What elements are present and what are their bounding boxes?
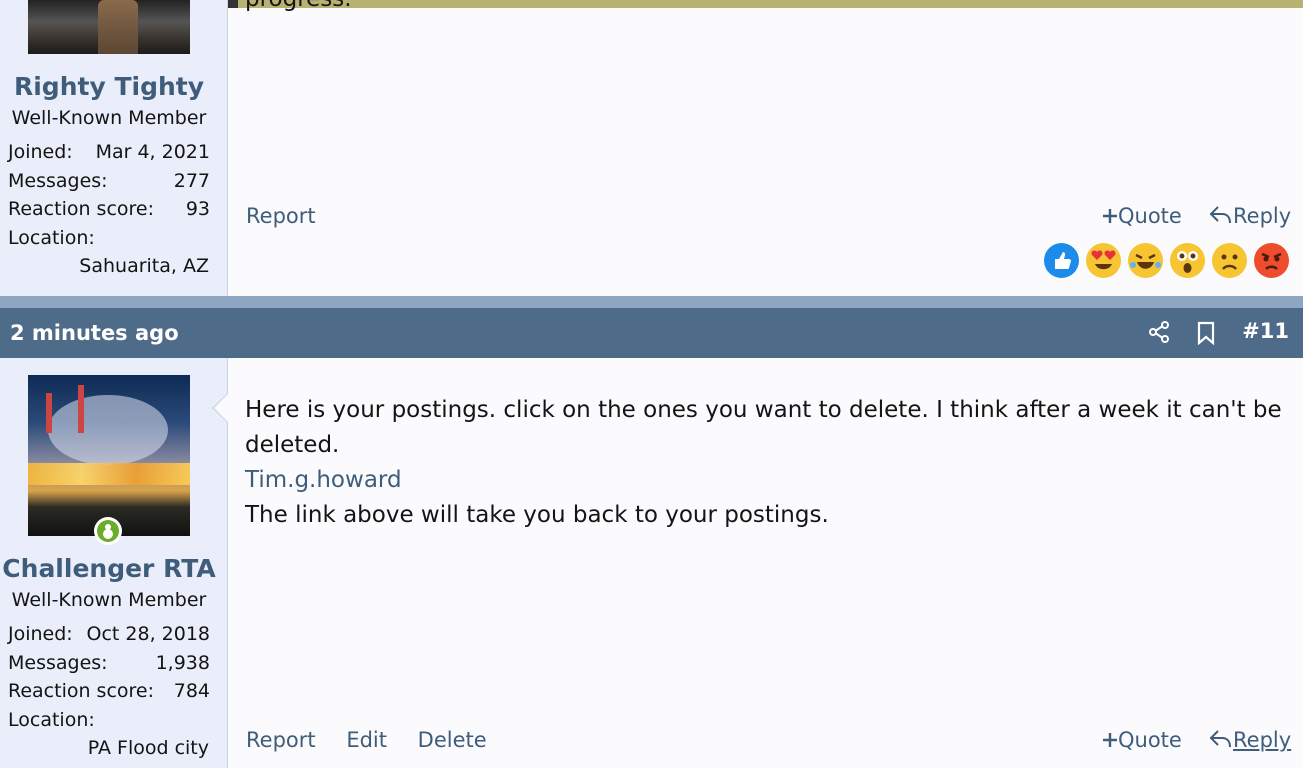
reaction-score-label: Reaction score: <box>8 680 155 702</box>
post1-reply-button[interactable]: Reply <box>1209 204 1291 230</box>
post1-avatar[interactable] <box>28 0 190 54</box>
plus-icon <box>1102 729 1118 753</box>
messages-label: Messages: <box>8 170 108 192</box>
post2-avatar[interactable] <box>28 375 190 536</box>
post1-body-fragment: progress. <box>245 0 352 17</box>
post2-edit-link[interactable]: Edit <box>346 728 387 752</box>
post1-quote-button[interactable]: Quote <box>1102 204 1182 229</box>
post2-body-line1: Here is your postings. click on the ones… <box>245 397 1282 423</box>
post2-body-line3: The link above will take you back to you… <box>245 502 829 528</box>
post2-body: Here is your postings. click on the ones… <box>245 393 1282 533</box>
reply-icon <box>1209 205 1233 230</box>
post2-user-title: Well-Known Member <box>11 589 207 611</box>
post2-quote-button[interactable]: Quote <box>1102 728 1182 753</box>
post-separator <box>0 296 1303 308</box>
location-label: Location: <box>8 709 95 731</box>
joined-value: Mar 4, 2021 <box>95 141 210 163</box>
post2-header: 2 minutes ago #11 <box>0 308 1303 358</box>
location-label: Location: <box>8 227 95 249</box>
angry-icon[interactable] <box>1254 243 1289 278</box>
online-status-icon <box>94 517 122 545</box>
sad-icon[interactable] <box>1212 243 1247 278</box>
reaction-score-value: 784 <box>173 680 210 702</box>
post2-reply-button[interactable]: Reply <box>1209 728 1291 754</box>
message-pointer <box>212 393 228 423</box>
love-icon[interactable] <box>1086 243 1121 278</box>
haha-icon[interactable] <box>1128 243 1163 278</box>
post2-timestamp[interactable]: 2 minutes ago <box>10 321 179 345</box>
messages-value: 1,938 <box>155 652 210 674</box>
post2-user-pane: Challenger RTA Well-Known Member Joined:… <box>0 358 228 768</box>
share-icon[interactable] <box>1148 321 1170 347</box>
post1-user-pane: Righty Tighty Well-Known Member Joined: … <box>0 0 228 296</box>
post1-actions-left: Report <box>246 204 340 228</box>
bookmark-icon[interactable] <box>1196 321 1216 349</box>
post2-user-link[interactable]: Tim.g.howard <box>245 463 1282 498</box>
messages-label: Messages: <box>8 652 108 674</box>
post1-location-value[interactable]: Sahuarita, AZ <box>79 255 209 277</box>
reply-icon <box>1209 729 1233 754</box>
joined-label: Joined: <box>8 623 73 645</box>
post1-username[interactable]: Righty Tighty <box>0 72 218 101</box>
post1-user-title: Well-Known Member <box>11 107 207 129</box>
post2-delete-link[interactable]: Delete <box>418 728 487 752</box>
post2-actions-left: Report Edit Delete <box>246 728 511 752</box>
post2-body-line2: deleted. <box>245 432 340 458</box>
post2-username[interactable]: Challenger RTA <box>0 554 218 583</box>
post2-location-value[interactable]: PA Flood city <box>88 737 209 759</box>
post1-report-link[interactable]: Report <box>246 204 316 228</box>
joined-value: Oct 28, 2018 <box>86 623 211 645</box>
like-icon[interactable] <box>1044 243 1079 278</box>
reaction-score-value: 93 <box>185 198 210 220</box>
post2-report-link[interactable]: Report <box>246 728 316 752</box>
post2-number[interactable]: #11 <box>1242 319 1289 343</box>
joined-label: Joined: <box>8 141 73 163</box>
messages-value: 277 <box>173 170 210 192</box>
reaction-score-label: Reaction score: <box>8 198 155 220</box>
wow-icon[interactable] <box>1170 243 1205 278</box>
plus-icon <box>1102 205 1118 229</box>
